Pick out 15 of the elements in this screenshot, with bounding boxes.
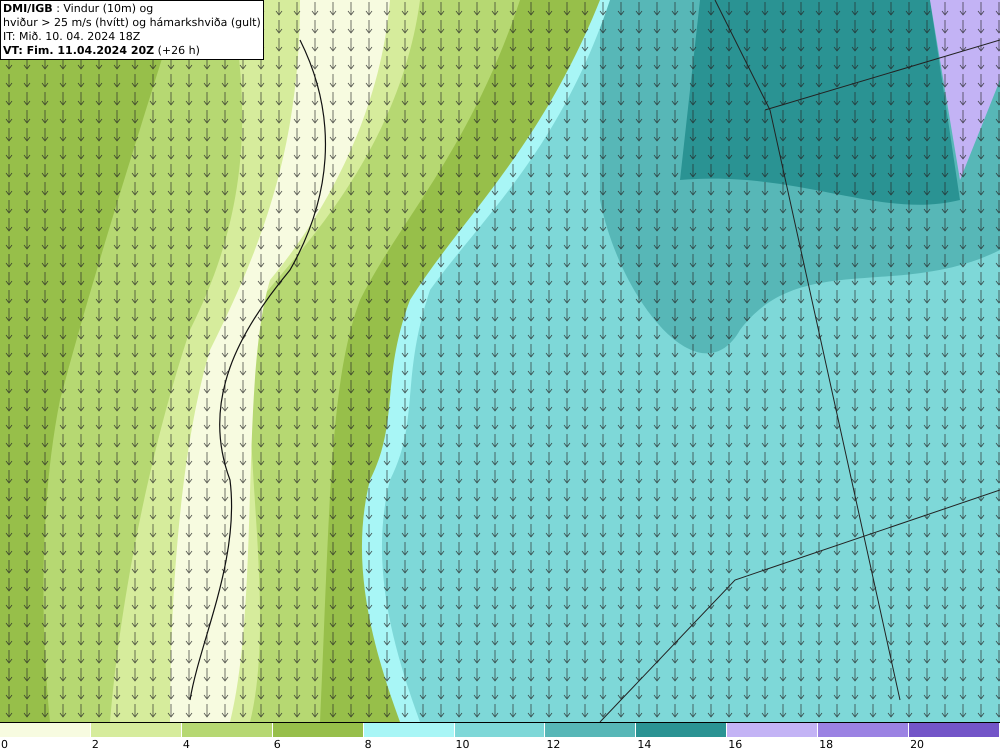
legend-label: 6 xyxy=(272,737,281,752)
legend-label: 10 xyxy=(454,737,470,752)
legend-label: 18 xyxy=(818,737,834,752)
legend-label: 2 xyxy=(90,737,99,752)
legend-label: 20 xyxy=(909,737,924,752)
legend-label: 0 xyxy=(0,737,8,752)
info-text: hviður > 25 m/s (hvítt) og hámarkshviða (gult) xyxy=(3,16,261,30)
legend-label: 16 xyxy=(727,737,742,752)
info-text: VT: Fim. 11.04.2024 20Z (+26 h) xyxy=(3,44,201,58)
info-text: DMI/IGB : Vindur (10m) og xyxy=(3,2,154,16)
legend-label: 12 xyxy=(545,737,560,752)
info-text: IT: Mið. 10. 04. 2024 18Z xyxy=(3,30,142,44)
legend-label: 8 xyxy=(364,737,372,752)
legend-label: 4 xyxy=(182,737,190,752)
legend-label: 14 xyxy=(636,737,652,752)
